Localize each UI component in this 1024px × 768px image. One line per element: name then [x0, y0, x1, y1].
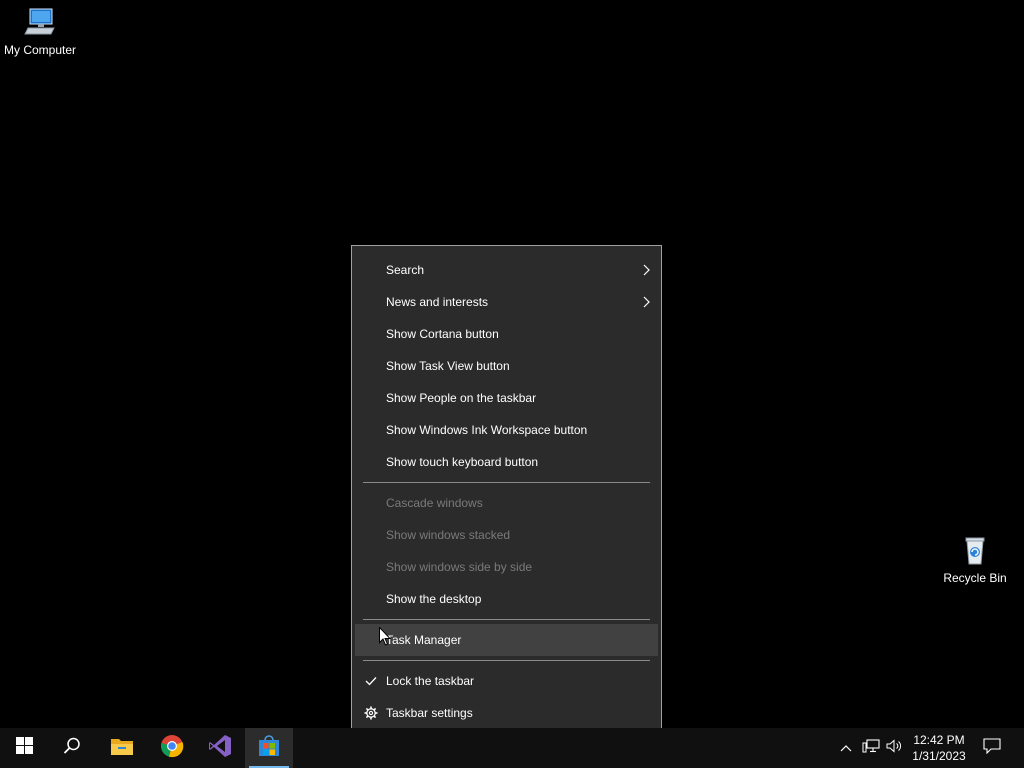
menu-item-label: Lock the taskbar — [386, 674, 475, 688]
taskbar-search-button[interactable] — [48, 728, 96, 768]
menu-item-label: Show People on the taskbar — [386, 391, 537, 405]
desktop-icon-label: Recycle Bin — [943, 571, 1007, 585]
menu-item-label: Show windows side by side — [386, 560, 533, 574]
menu-item-taskbar-settings[interactable]: Taskbar settings — [355, 697, 658, 729]
menu-item-label: News and interests — [386, 295, 489, 309]
menu-item-label: Show Windows Ink Workspace button — [386, 423, 588, 437]
chrome-icon — [160, 734, 184, 763]
desktop-icon-my-computer[interactable]: My Computer — [0, 6, 80, 57]
menu-item-label: Taskbar settings — [386, 706, 473, 720]
menu-item-news-and-interests[interactable]: News and interests — [355, 286, 658, 318]
menu-separator — [363, 619, 650, 620]
windows-start-icon — [15, 737, 33, 759]
visual-studio-button[interactable] — [196, 728, 244, 768]
clock-time: 12:42 PM — [913, 733, 965, 747]
search-icon — [63, 737, 81, 760]
menu-item-label: Show windows stacked — [386, 528, 511, 542]
mouse-cursor-icon — [379, 626, 392, 651]
menu-separator — [363, 482, 650, 483]
visual-studio-icon — [208, 734, 232, 763]
menu-item-label: Show the desktop — [386, 592, 482, 606]
microsoft-store-icon — [257, 734, 281, 763]
volume-button[interactable] — [884, 728, 904, 768]
file-explorer-icon — [110, 736, 134, 761]
volume-icon — [886, 738, 902, 758]
network-icon — [862, 738, 880, 758]
menu-item-show-task-view-button[interactable]: Show Task View button — [355, 350, 658, 382]
computer-icon — [0, 6, 80, 41]
menu-item-show-the-desktop[interactable]: Show the desktop — [355, 583, 658, 615]
menu-item-lock-the-taskbar[interactable]: Lock the taskbar — [355, 665, 658, 697]
network-button[interactable] — [860, 728, 882, 768]
menu-item-label: Task Manager — [386, 633, 462, 647]
taskbar-context-menu: Search News and interests Show Cortana b… — [351, 245, 662, 736]
taskbar: 12:42 PM 1/31/2023 — [0, 728, 1024, 768]
menu-item-label: Show touch keyboard button — [386, 455, 539, 469]
chevron-up-icon — [840, 739, 852, 757]
menu-item-label: Show Task View button — [386, 359, 510, 373]
menu-item-label: Cascade windows — [386, 496, 483, 510]
checkmark-icon — [355, 676, 386, 686]
menu-item-label: Show Cortana button — [386, 327, 499, 341]
menu-item-cascade-windows: Cascade windows — [355, 487, 658, 519]
desktop-icon-label: My Computer — [3, 43, 77, 57]
desktop: My Computer Recycle Bin Search News and … — [0, 0, 1024, 768]
desktop-icon-recycle-bin[interactable]: Recycle Bin — [935, 534, 1015, 585]
chrome-button[interactable] — [148, 728, 196, 768]
taskbar-clock[interactable]: 12:42 PM 1/31/2023 — [904, 728, 974, 768]
menu-item-show-touch-keyboard[interactable]: Show touch keyboard button — [355, 446, 658, 478]
menu-item-show-people[interactable]: Show People on the taskbar — [355, 382, 658, 414]
notification-icon — [983, 737, 1001, 759]
chevron-right-icon — [636, 264, 658, 276]
menu-item-show-windows-stacked: Show windows stacked — [355, 519, 658, 551]
show-hidden-icons-button[interactable] — [836, 728, 856, 768]
start-button[interactable] — [0, 728, 48, 768]
file-explorer-button[interactable] — [98, 728, 146, 768]
recycle-bin-icon — [935, 534, 1015, 569]
menu-item-show-cortana-button[interactable]: Show Cortana button — [355, 318, 658, 350]
clock-date: 1/31/2023 — [912, 749, 966, 763]
menu-item-label: Search — [386, 263, 425, 277]
microsoft-store-button[interactable] — [245, 728, 293, 768]
menu-item-show-windows-ink[interactable]: Show Windows Ink Workspace button — [355, 414, 658, 446]
gear-icon — [355, 706, 386, 720]
chevron-right-icon — [636, 296, 658, 308]
menu-item-search[interactable]: Search — [355, 254, 658, 286]
menu-item-task-manager[interactable]: Task Manager — [355, 624, 658, 656]
menu-item-show-windows-side-by-side: Show windows side by side — [355, 551, 658, 583]
menu-separator — [363, 660, 650, 661]
action-center-button[interactable] — [978, 728, 1006, 768]
